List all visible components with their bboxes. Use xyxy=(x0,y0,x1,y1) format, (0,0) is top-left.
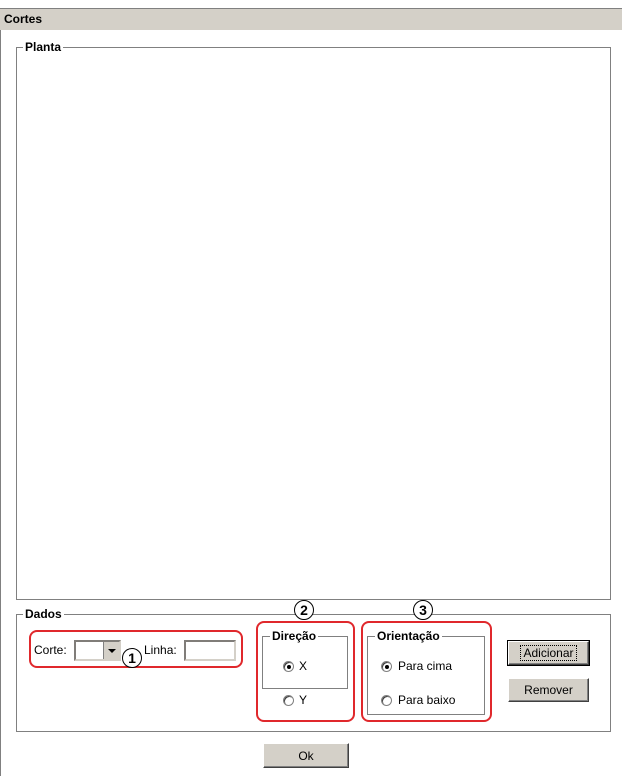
ok-button-label: Ok xyxy=(298,748,314,763)
remover-button[interactable]: Remover xyxy=(508,678,589,702)
planta-group-label: Planta xyxy=(23,40,64,54)
remover-button-label: Remover xyxy=(524,683,573,697)
window-title: Cortes xyxy=(4,12,43,26)
adicionar-button[interactable]: Adicionar xyxy=(507,640,590,666)
annotation-number-3: 3 xyxy=(413,600,433,620)
adicionar-button-label: Adicionar xyxy=(520,645,577,661)
annotation-box-3 xyxy=(361,621,492,722)
ok-button[interactable]: Ok xyxy=(263,743,349,768)
window-edge xyxy=(0,30,1,776)
planta-canvas[interactable] xyxy=(18,52,609,598)
title-bar: Cortes xyxy=(0,8,622,30)
annotation-box-2 xyxy=(256,621,355,722)
annotation-number-2: 2 xyxy=(294,600,314,620)
dados-group-label: Dados xyxy=(23,607,64,621)
annotation-number-1: 1 xyxy=(122,648,142,668)
